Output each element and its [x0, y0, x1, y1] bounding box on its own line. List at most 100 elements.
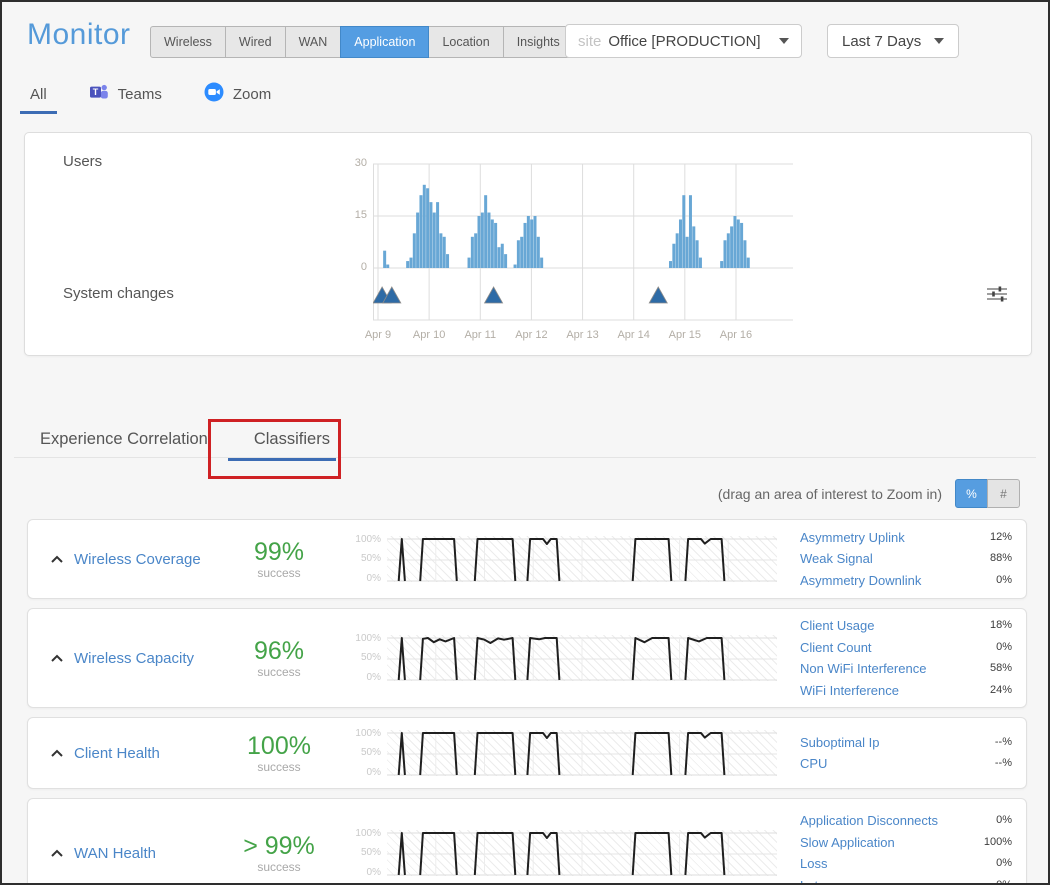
svg-text:T: T [92, 87, 98, 97]
metric-link[interactable]: Loss [800, 853, 827, 875]
metric-link[interactable]: Slow Application [800, 832, 895, 854]
users-chart-plot[interactable] [373, 163, 793, 321]
axis-0: 0% [349, 867, 381, 878]
metric-value: 24% [990, 680, 1012, 702]
classifier-name-link[interactable]: Wireless Coverage [74, 551, 209, 568]
nav-tab-application[interactable]: Application [340, 26, 429, 58]
subtab-all[interactable]: All [30, 86, 47, 103]
classifier-sparkline[interactable] [387, 830, 777, 876]
classifier-name-link[interactable]: WAN Health [74, 845, 209, 862]
subtab-teams[interactable]: T Teams [89, 82, 162, 106]
metric-row: Loss 0% [800, 853, 1012, 875]
subtab-teams-label: Teams [118, 86, 162, 103]
classifier-name-link[interactable]: Client Health [74, 745, 209, 762]
chevron-down-icon [779, 38, 789, 44]
axis-100: 100% [349, 633, 381, 644]
classifier-sparkline[interactable] [387, 536, 777, 582]
monitor-screen: Monitor Wireless Wired WAN Application L… [0, 0, 1050, 885]
chart-settings-sliders-icon[interactable] [986, 285, 1008, 308]
classifier-metrics: Suboptimal Ip--% CPU--% [800, 732, 1012, 775]
metric-link[interactable]: Application Disconnects [800, 810, 938, 832]
metric-row: Client Usage 18% [800, 615, 1012, 637]
metric-link[interactable]: Asymmetry Uplink [800, 527, 905, 549]
metric-row: Slow Application 100% [800, 832, 1012, 854]
site-selector[interactable]: site Office [PRODUCTION] [565, 24, 802, 58]
unit-toggle-count-button[interactable]: # [987, 479, 1020, 508]
tab-experience-correlation[interactable]: Experience Correlation [40, 430, 208, 449]
collapse-chevron-up-icon[interactable] [50, 553, 64, 566]
unit-toggle-percent-button[interactable]: % [955, 479, 988, 508]
classifier-sparkline[interactable] [387, 730, 777, 776]
classifier-metrics: Asymmetry Uplink12% Weak Signal 88% Asymm… [800, 527, 1012, 592]
page-title: Monitor [27, 18, 131, 52]
metric-link[interactable]: Latency [800, 875, 846, 885]
metric-link[interactable]: Suboptimal Ip [800, 732, 880, 754]
success-rate: > 99% success [209, 833, 349, 874]
classifier-card-wireless-capacity: Wireless Capacity 96% success 100% 50% 0… [27, 608, 1027, 708]
success-rate: 99% success [209, 539, 349, 580]
metric-link[interactable]: Client Count [800, 637, 872, 659]
metric-value: 0% [996, 637, 1012, 659]
success-rate-label: success [209, 860, 349, 874]
metric-link[interactable]: Weak Signal [800, 548, 873, 570]
main-nav-tabs: Wireless Wired WAN Application Location … [150, 26, 574, 58]
section-tabs-divider [14, 457, 1036, 458]
metric-value: 100% [984, 832, 1012, 854]
classifier-name-link[interactable]: Wireless Capacity [74, 650, 209, 667]
collapse-chevron-up-icon[interactable] [50, 747, 64, 760]
success-rate-value: 99% [209, 539, 349, 565]
subtab-zoom-label: Zoom [233, 86, 271, 103]
classifier-sparkline[interactable] [387, 635, 777, 681]
classifier-cards: Wireless Coverage 99% success 100% 50% 0… [27, 519, 1027, 885]
users-chart-ytick: 0 [343, 261, 367, 273]
metric-value: 58% [990, 658, 1012, 680]
metric-value: 88% [990, 548, 1012, 570]
metric-value: 18% [990, 615, 1012, 637]
metric-link[interactable]: WiFi Interference [800, 680, 899, 702]
nav-tab-wireless[interactable]: Wireless [150, 26, 226, 58]
users-chart-ytick: 15 [343, 209, 367, 221]
classifier-card-wan-health: WAN Health > 99% success 100% 50% 0% App… [27, 798, 1027, 885]
classifiers-annotation-box [208, 419, 341, 479]
unit-toggle: % # [956, 479, 1020, 508]
metric-row: Client Count 0% [800, 637, 1012, 659]
metric-row: Non WiFi Interference 58% [800, 658, 1012, 680]
classifier-card-client-health: Client Health 100% success 100% 50% 0% S… [27, 717, 1027, 789]
subtab-zoom[interactable]: Zoom [204, 82, 271, 106]
time-range-selector[interactable]: Last 7 Days [827, 24, 959, 58]
axis-100: 100% [349, 828, 381, 839]
success-rate-value: 100% [209, 733, 349, 759]
nav-tab-wired[interactable]: Wired [225, 26, 286, 58]
hint-row: (drag an area of interest to Zoom in) % … [718, 479, 1020, 508]
axis-100: 100% [349, 728, 381, 739]
metric-value: 0% [996, 570, 1012, 592]
users-chart-xlabel: Apr 15 [658, 329, 712, 341]
collapse-chevron-up-icon[interactable] [50, 847, 64, 860]
users-chart-ytick: 30 [343, 157, 367, 169]
metric-link[interactable]: Client Usage [800, 615, 874, 637]
zoom-icon [204, 82, 224, 106]
system-changes-row-label: System changes [63, 285, 174, 302]
axis-50: 50% [349, 553, 381, 564]
nav-tab-location[interactable]: Location [428, 26, 503, 58]
sparkline-axis-labels: 100% 50% 0% [349, 536, 383, 582]
teams-icon: T [89, 82, 109, 106]
metric-value: 0% [996, 853, 1012, 875]
nav-tab-wan[interactable]: WAN [285, 26, 342, 58]
metric-row: WiFi Interference 24% [800, 680, 1012, 702]
metric-link[interactable]: CPU [800, 753, 827, 775]
nav-tab-insights[interactable]: Insights [503, 26, 574, 58]
metric-link[interactable]: Asymmetry Downlink [800, 570, 921, 592]
metric-row: Asymmetry Uplink12% [800, 527, 1012, 549]
classifier-card-wireless-coverage: Wireless Coverage 99% success 100% 50% 0… [27, 519, 1027, 599]
users-chart-xlabel: Apr 16 [709, 329, 763, 341]
tab-classifiers[interactable]: Classifiers [254, 430, 330, 449]
users-chart-xlabel: Apr 9 [351, 329, 405, 341]
axis-0: 0% [349, 573, 381, 584]
collapse-chevron-up-icon[interactable] [50, 652, 64, 665]
classifier-metrics: Application Disconnects 0% Slow Applicati… [800, 810, 1012, 885]
users-chart-xlabel: Apr 11 [453, 329, 507, 341]
success-rate: 100% success [209, 733, 349, 774]
metric-row: Suboptimal Ip--% [800, 732, 1012, 754]
metric-link[interactable]: Non WiFi Interference [800, 658, 926, 680]
